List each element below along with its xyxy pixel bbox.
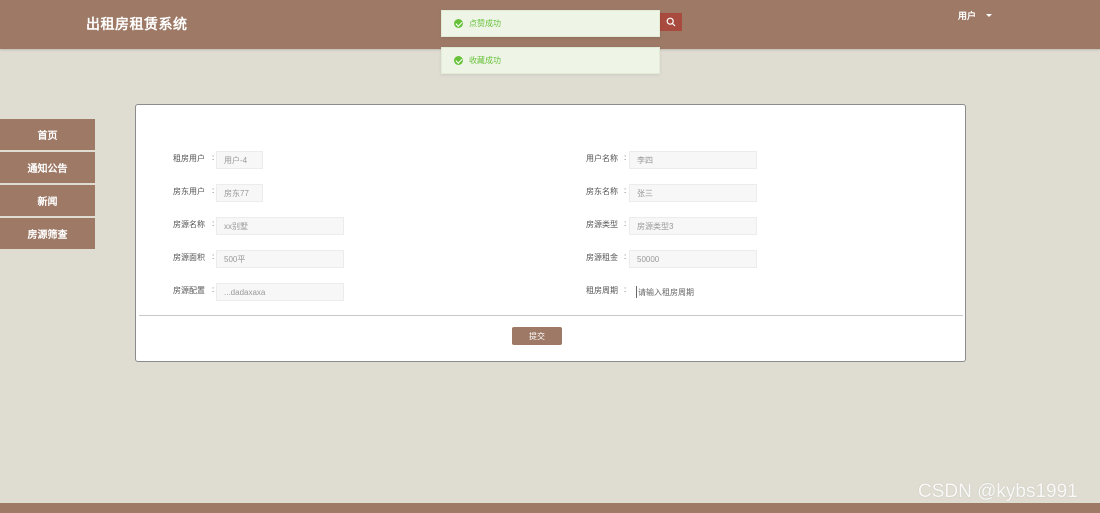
house-name-field[interactable]: xx别墅 bbox=[216, 217, 344, 235]
label-house-config: 房源配置 bbox=[173, 286, 205, 295]
label-house-rent: 房源租金 bbox=[586, 253, 618, 262]
label-renter-user: 租房用户 bbox=[173, 154, 205, 163]
label-landlord-user: 房东用户 bbox=[173, 187, 205, 196]
label-house-area: 房源面积 bbox=[173, 253, 205, 262]
label-house-type: 房源类型 bbox=[586, 220, 618, 229]
chevron-down-icon bbox=[986, 14, 993, 17]
label-landlord-name: 房东名称 bbox=[586, 187, 618, 196]
landlord-user-field[interactable]: 房东77 bbox=[216, 184, 263, 202]
house-config-field[interactable]: ...dadaxaxa bbox=[216, 283, 344, 301]
user-name-field[interactable]: 李四 bbox=[629, 151, 757, 169]
house-type-field[interactable]: 房源类型3 bbox=[629, 217, 757, 235]
renter-user-field[interactable]: 用户-4 bbox=[216, 151, 263, 169]
sidebar-nav: 首页 通知公告 新闻 房源筛查 bbox=[0, 119, 95, 251]
label-rental-period: 租房周期 bbox=[586, 286, 618, 295]
house-area-field[interactable]: 500平 bbox=[216, 250, 344, 268]
toast-like-success: 点赞成功 bbox=[441, 10, 660, 37]
user-menu[interactable]: 用户 bbox=[958, 9, 993, 22]
footer-bar bbox=[0, 503, 1100, 513]
sidebar-item-news[interactable]: 新闻 bbox=[0, 185, 95, 216]
app-title: 出租房租赁系统 bbox=[86, 16, 188, 32]
house-rent-field[interactable]: 50000 bbox=[629, 250, 757, 268]
landlord-name-field[interactable]: 张三 bbox=[629, 184, 757, 202]
sidebar-item-house-filter[interactable]: 房源筛查 bbox=[0, 218, 95, 249]
rental-form-card: 租房用户 : 用户-4 用户名称 : 李四 房东用户 : 房东77 房东名称 :… bbox=[135, 104, 966, 362]
check-circle-icon bbox=[454, 56, 463, 65]
search-button[interactable] bbox=[660, 13, 682, 31]
watermark: CSDN @kybs1991 bbox=[918, 481, 1078, 502]
toast-text: 点赞成功 bbox=[469, 19, 501, 28]
toast-text: 收藏成功 bbox=[469, 56, 501, 65]
label-user-name: 用户名称 bbox=[586, 154, 618, 163]
toast-favorite-success: 收藏成功 bbox=[441, 47, 660, 74]
form-divider bbox=[139, 315, 963, 316]
user-menu-label: 用户 bbox=[958, 11, 977, 21]
sidebar-item-notices[interactable]: 通知公告 bbox=[0, 152, 95, 183]
rental-period-input[interactable]: 请输入租房周期 bbox=[636, 286, 694, 298]
sidebar-item-home[interactable]: 首页 bbox=[0, 119, 95, 150]
label-house-name: 房源名称 bbox=[173, 220, 205, 229]
search-icon bbox=[666, 17, 676, 27]
submit-button[interactable]: 提交 bbox=[512, 327, 562, 345]
check-circle-icon bbox=[454, 19, 463, 28]
